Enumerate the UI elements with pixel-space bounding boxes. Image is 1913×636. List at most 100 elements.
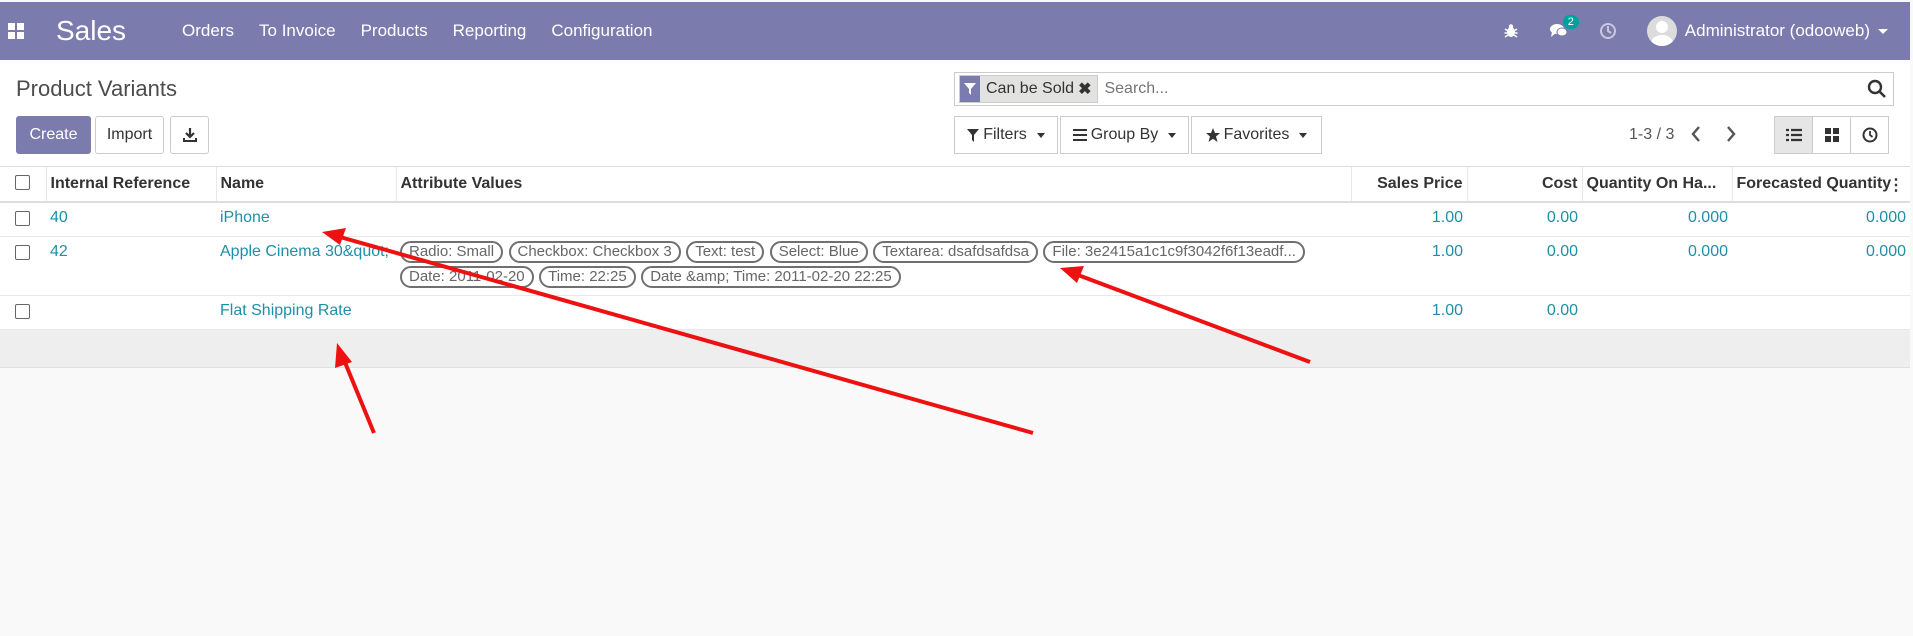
- cell-attribute-values: [396, 202, 1351, 237]
- table-header-row: Internal Reference Name Attribute Values…: [0, 167, 1910, 203]
- cell-cost[interactable]: 0.00: [1467, 202, 1582, 237]
- header-sales-price[interactable]: Sales Price: [1350, 167, 1467, 203]
- header-quantity-on-hand[interactable]: Quantity On Ha...: [1581, 167, 1732, 203]
- top-navbar: Sales Orders To Invoice Products Reporti…: [0, 2, 1910, 60]
- create-button[interactable]: Create: [16, 116, 91, 154]
- filters-dropdown[interactable]: Filters: [954, 116, 1058, 154]
- optional-columns-icon[interactable]: ⋮: [1888, 175, 1904, 195]
- filter-facet-icon: [960, 76, 980, 102]
- cell-name[interactable]: Apple Cinema 30&quot;: [216, 236, 396, 296]
- user-menu-caret-icon[interactable]: [1878, 28, 1888, 34]
- activity-view-button[interactable]: [1850, 116, 1889, 154]
- cell-quantity-on-hand[interactable]: 0.000: [1582, 202, 1732, 237]
- cell-name[interactable]: Flat Shipping Rate: [216, 295, 396, 330]
- bars-icon: [1072, 129, 1087, 141]
- activity-view-clock-icon: [1862, 127, 1877, 143]
- row-checkbox[interactable]: [15, 245, 30, 260]
- cell-quantity-on-hand[interactable]: 0.000: [1582, 236, 1732, 296]
- header-cost[interactable]: Cost: [1466, 167, 1582, 203]
- import-button[interactable]: Import: [95, 116, 164, 154]
- table-row[interactable]: Flat Shipping Rate 1.00 0.00: [0, 295, 1910, 330]
- row-select-cell[interactable]: [0, 236, 46, 296]
- cell-cost[interactable]: 0.00: [1467, 295, 1582, 330]
- messages-icon[interactable]: 2: [1549, 15, 1579, 39]
- cell-sales-price[interactable]: 1.00: [1351, 236, 1467, 296]
- pager-previous-icon[interactable]: [1690, 124, 1702, 149]
- header-forecasted-quantity[interactable]: Forecasted Quantity ⋮: [1731, 167, 1910, 203]
- search-input[interactable]: [1102, 74, 1867, 104]
- menu-reporting[interactable]: Reporting: [453, 21, 527, 41]
- export-button[interactable]: [170, 116, 209, 154]
- cell-forecasted-quantity[interactable]: 0.000: [1732, 202, 1910, 237]
- cell-internal-reference[interactable]: 42: [46, 236, 216, 296]
- favorites-dropdown[interactable]: Favorites: [1191, 116, 1322, 154]
- user-menu-name[interactable]: Administrator (odooweb): [1685, 21, 1870, 41]
- attribute-tag: Select: Blue: [769, 241, 868, 263]
- attribute-tag: Textarea: dsafdsafdsa: [873, 241, 1038, 263]
- attribute-tag: Radio: Small: [400, 241, 504, 263]
- cell-sales-price[interactable]: 1.00: [1351, 295, 1467, 330]
- product-variants-table: Internal Reference Name Attribute Values…: [0, 167, 1910, 368]
- list-view-button[interactable]: [1774, 116, 1813, 154]
- cell-quantity-on-hand[interactable]: [1582, 295, 1732, 330]
- favorites-caret-icon: [1299, 132, 1308, 138]
- attribute-tag: Time: 22:25: [539, 266, 636, 288]
- row-checkbox[interactable]: [15, 304, 30, 319]
- header-internal-reference[interactable]: Internal Reference: [45, 167, 216, 203]
- cell-name[interactable]: iPhone: [216, 202, 396, 237]
- cell-forecasted-quantity[interactable]: [1732, 295, 1910, 330]
- pager-value[interactable]: 1-3 / 3: [1629, 126, 1674, 144]
- row-checkbox[interactable]: [15, 211, 30, 226]
- filters-caret-icon: [1036, 132, 1045, 138]
- annotation-arrow: [342, 359, 376, 434]
- cell-cost[interactable]: 0.00: [1467, 236, 1582, 296]
- download-icon: [182, 128, 197, 142]
- menu-to-invoice[interactable]: To Invoice: [259, 21, 336, 41]
- groupby-dropdown[interactable]: Group By: [1060, 116, 1189, 154]
- filters-label: Filters: [983, 126, 1027, 143]
- search-facet[interactable]: Can be Sold ✖: [959, 75, 1099, 103]
- cell-internal-reference[interactable]: [46, 295, 216, 330]
- header-attribute-values[interactable]: Attribute Values: [395, 167, 1351, 203]
- user-avatar[interactable]: [1646, 16, 1677, 46]
- pager-next-icon[interactable]: [1725, 124, 1737, 149]
- filter-icon: [967, 128, 980, 142]
- cell-attribute-values: [396, 295, 1351, 330]
- select-all-cell[interactable]: [0, 167, 46, 203]
- cell-forecasted-quantity[interactable]: 0.000: [1732, 236, 1910, 296]
- attribute-tag: Date: 2011-02-20: [400, 266, 534, 288]
- attribute-tag: Date &amp; Time: 2011-02-20 22:25: [641, 266, 901, 288]
- table-row[interactable]: 42 Apple Cinema 30&quot; Radio: Small Ch…: [0, 236, 1910, 296]
- app-brand[interactable]: Sales: [56, 15, 126, 47]
- attribute-tag: File: 3e2415a1c1c9f3042f6f13eadf...: [1043, 241, 1305, 263]
- row-select-cell[interactable]: [0, 295, 46, 330]
- favorites-label: Favorites: [1223, 126, 1290, 143]
- groupby-caret-icon: [1168, 132, 1177, 138]
- menu-configuration[interactable]: Configuration: [551, 21, 652, 41]
- messages-count-badge: 2: [1562, 15, 1579, 29]
- cell-internal-reference[interactable]: 40: [46, 202, 216, 237]
- control-panel: Product Variants Create Import Can be So…: [0, 60, 1910, 167]
- debug-bug-icon[interactable]: [1503, 23, 1519, 39]
- groupby-label: Group By: [1090, 126, 1159, 143]
- menu-products[interactable]: Products: [361, 21, 428, 41]
- table-row[interactable]: 40 iPhone 1.00 0.00 0.000 0.000: [0, 202, 1910, 237]
- cell-sales-price[interactable]: 1.00: [1351, 202, 1467, 237]
- kanban-view-button[interactable]: [1812, 116, 1851, 154]
- kanban-view-icon: [1824, 128, 1839, 142]
- row-select-cell[interactable]: [0, 202, 46, 237]
- header-forecasted-quantity-label: Forecasted Quantity: [1736, 175, 1892, 192]
- search-bar[interactable]: Can be Sold ✖: [954, 72, 1894, 106]
- attribute-tag: Checkbox: Checkbox 3: [508, 241, 681, 263]
- select-all-checkbox[interactable]: [15, 175, 30, 190]
- header-name[interactable]: Name: [215, 167, 396, 203]
- star-icon: [1205, 128, 1220, 142]
- cell-attribute-values: Radio: Small Checkbox: Checkbox 3 Text: …: [396, 236, 1351, 296]
- facet-remove-icon[interactable]: ✖: [1078, 79, 1097, 99]
- menu-orders[interactable]: Orders: [182, 21, 234, 41]
- activity-clock-icon[interactable]: [1599, 22, 1617, 40]
- attribute-tag: Text: test: [686, 241, 765, 263]
- table-footer-row: [0, 329, 1910, 368]
- apps-menu-icon[interactable]: [8, 23, 24, 39]
- search-icon[interactable]: [1867, 79, 1887, 99]
